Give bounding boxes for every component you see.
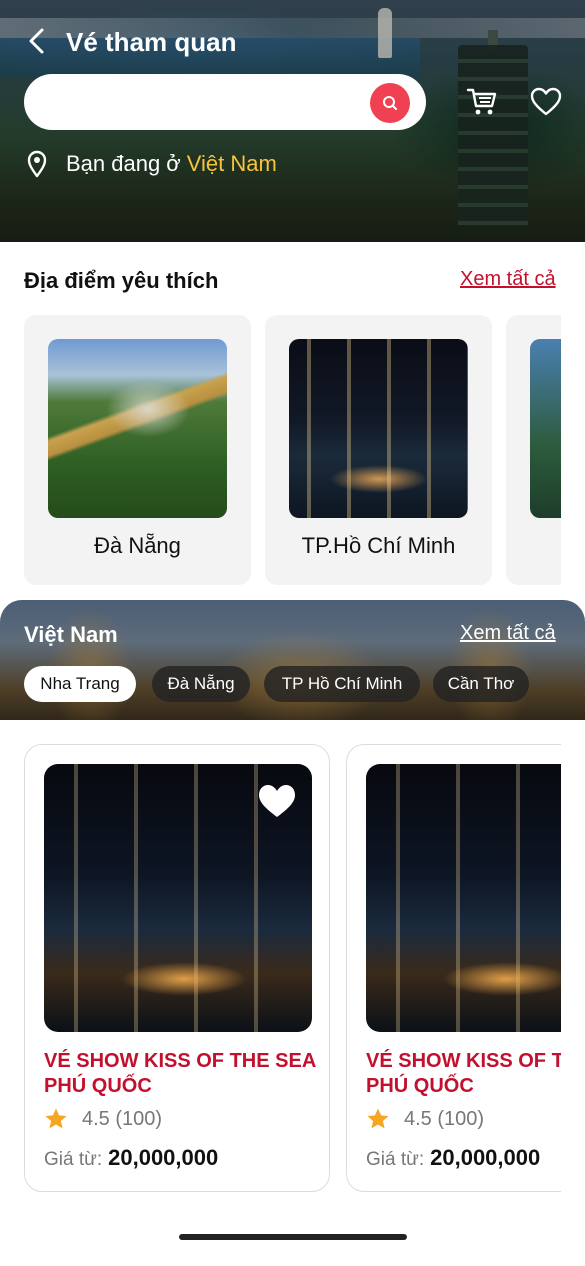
product-name: VÉ SHOW KISS OF THE SEAPHÚ QUỐC — [366, 1050, 561, 1097]
favorite-place-card-danang[interactable]: Đà Nẵng — [24, 315, 251, 585]
product-image — [366, 764, 561, 1032]
region-title: Việt Nam — [24, 622, 118, 647]
chevron-left-icon — [29, 28, 44, 54]
favorite-place-card-hcm[interactable]: TP.Hồ Chí Minh — [265, 315, 492, 585]
cart-icon — [466, 88, 497, 115]
product-carousel[interactable]: VÉ SHOW KISS OF THE SEA PHÚ QUỐC 4.5 (100… — [24, 744, 561, 1194]
search-bar[interactable] — [24, 74, 426, 130]
product-price: Giá từ: 20,000,000 — [44, 1145, 218, 1171]
search-input[interactable] — [44, 86, 364, 118]
price-value: 20,000,000 — [108, 1145, 219, 1170]
search-button[interactable] — [370, 83, 410, 123]
star-icon — [45, 1108, 67, 1129]
chip-da-nang[interactable]: Đà Nẵng — [152, 666, 250, 702]
favorite-toggle[interactable] — [257, 783, 297, 819]
product-card[interactable]: VÉ SHOW KISS OF THE SEAPHÚ QUỐC 4.5 (100… — [24, 744, 330, 1192]
danang-image — [48, 339, 227, 518]
heart-icon — [530, 87, 562, 116]
favorite-place-card-partial[interactable] — [506, 315, 561, 585]
region-banner — [0, 600, 585, 720]
product-price: Giá từ: 20,000,000 — [366, 1145, 540, 1171]
product-card[interactable]: VÉ SHOW KISS OF THE SEAPHÚ QUỐC 4.5 (100… — [346, 744, 561, 1192]
price-label: Giá từ: — [44, 1149, 103, 1170]
location-country: Việt Nam — [186, 151, 277, 176]
page-title: Vé tham quan — [66, 27, 237, 57]
place-image — [530, 339, 561, 518]
current-location[interactable]: Bạn đang ở Việt Nam — [26, 148, 277, 180]
favorite-places-carousel[interactable]: Đà Nẵng TP.Hồ Chí Minh — [24, 315, 561, 585]
location-pin-icon — [27, 150, 47, 178]
rating-text: 4.5 (100) — [82, 1107, 163, 1130]
price-label: Giá từ: — [366, 1149, 425, 1170]
chip-can-tho[interactable]: Cần Thơ — [433, 666, 529, 702]
favorites-title: Địa điểm yêu thích — [24, 268, 219, 293]
chip-nha-trang[interactable]: Nha Trang — [24, 666, 136, 702]
product-rating: 4.5 (100) — [44, 1107, 162, 1131]
favorite-place-name: TP.Hồ Chí Minh — [301, 533, 456, 558]
favorites-button[interactable] — [530, 86, 562, 118]
region-see-all-link[interactable]: Xem tất cả — [460, 622, 556, 645]
back-button[interactable] — [24, 26, 52, 56]
product-rating: 4.5 (100) — [366, 1107, 484, 1131]
star-icon — [367, 1108, 389, 1129]
hcm-image — [289, 339, 468, 518]
home-indicator[interactable] — [179, 1234, 407, 1240]
product-name: VÉ SHOW KISS OF THE SEAPHÚ QUỐC — [44, 1050, 316, 1097]
location-prefix: Bạn đang ở — [66, 151, 181, 176]
favorite-place-name: Đà Nẵng — [94, 533, 181, 558]
search-icon — [383, 96, 397, 110]
favorites-see-all-link[interactable]: Xem tất cả — [460, 268, 556, 291]
rating-text: 4.5 (100) — [404, 1107, 485, 1130]
chip-tp-ho-chi-minh[interactable]: TP Hồ Chí Minh — [264, 666, 420, 702]
price-value: 20,000,000 — [430, 1145, 541, 1170]
heart-icon — [259, 785, 295, 817]
cart-button[interactable] — [466, 86, 498, 118]
